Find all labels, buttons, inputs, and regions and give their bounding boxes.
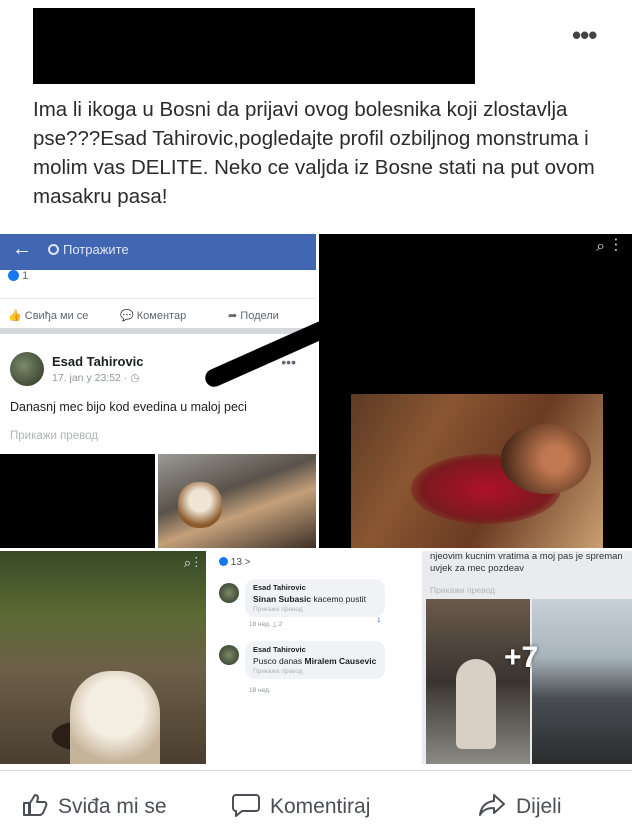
dog-photo [158,454,316,548]
translate-link: Прикажи превод [10,430,98,442]
share-button[interactable]: Dijeli [478,793,562,823]
redacted-image [0,454,155,548]
dog-face [178,482,222,528]
comment-button[interactable]: Komentiraj [232,793,370,823]
search-placeholder: Потражите [63,242,129,257]
fb-search-bar: ← Потражите [0,234,316,270]
like-reaction-icon [8,270,19,281]
avatar [219,645,239,665]
redacted-author [33,8,475,84]
search-icon: ⌕ ⋮ [183,555,198,570]
avatar [219,583,239,603]
fb-action-row: 👍 Свиђа ми се 💬 Коментар ➦ Подели [0,298,316,334]
post-header: ••• [0,0,632,90]
white-dog [70,671,160,764]
search-icon [48,244,59,255]
more-dots-icon[interactable]: ••• [572,20,597,51]
like-count: 1 [8,270,28,282]
fb-post-body: Danasnj mec bijo kod evedina u maloj pec… [10,400,247,414]
author-name: Esad Tahirovic [52,354,144,369]
comment-bubble: Esad Tahirovic Pusco danas Miralem Cause… [245,641,385,679]
post-date: 17. jan у 23:52 · ◷ [52,372,140,384]
fb-like-action: 👍 Свиђа ми се [8,310,89,322]
dog-head [501,424,591,494]
photo-men-with-dogs[interactable]: njeovim kucnim vratima a moj pas je spre… [422,551,632,764]
like-reaction-icon [219,557,228,566]
photo-screenshot-post[interactable]: ← Потражите 1 👍 Свиђа ми се 💬 Коментар ➦… [0,234,316,548]
comment-bubble: Esad Tahirovic Sinan Subasic kacemo pust… [245,579,385,617]
man-kneeling-image [532,599,632,764]
reaction-count: 13 > [219,557,251,568]
man-with-dog-image [426,599,530,764]
search-icon: ⌕ ⋮ [596,238,618,255]
post-action-bar: Sviđa mi se Komentiraj Dijeli [0,770,632,834]
photo-dog-digging[interactable]: ⌕ ⋮ [0,551,206,764]
photo-injured-dog[interactable]: ⌕ ⋮ [319,234,632,548]
comment-item: Esad Tahirovic Sinan Subasic kacemo pust… [219,579,411,629]
comment-reaction: 1 [377,617,381,624]
more-photos-count[interactable]: +7 [504,641,538,675]
back-arrow-icon: ← [12,238,32,260]
fb-comment-action: 💬 Коментар [120,310,187,322]
comment-icon [232,793,260,823]
like-button[interactable]: Sviđa mi se [22,793,167,823]
comment-item: Esad Tahirovic Pusco danas Miralem Cause… [219,641,411,701]
photo-grid: ← Потражите 1 👍 Свиђа ми се 💬 Коментар ➦… [0,234,632,764]
avatar [10,352,44,386]
share-arrow-icon [478,793,506,823]
thumbs-up-icon [22,793,48,823]
person [456,659,496,749]
fb-share-action: ➦ Подели [228,310,279,322]
injured-dog-image [351,394,603,548]
caption-text: njeovim kucnim vratima a moj pas je spre… [430,551,623,574]
post-text: Ima li ikoga u Bosni da prijavi ovog bol… [33,98,595,208]
photo-comments-screenshot[interactable]: 13 > Esad Tahirovic Sinan Subasic kacemo… [209,551,419,764]
translate-link: Прикажи превод [430,585,495,595]
